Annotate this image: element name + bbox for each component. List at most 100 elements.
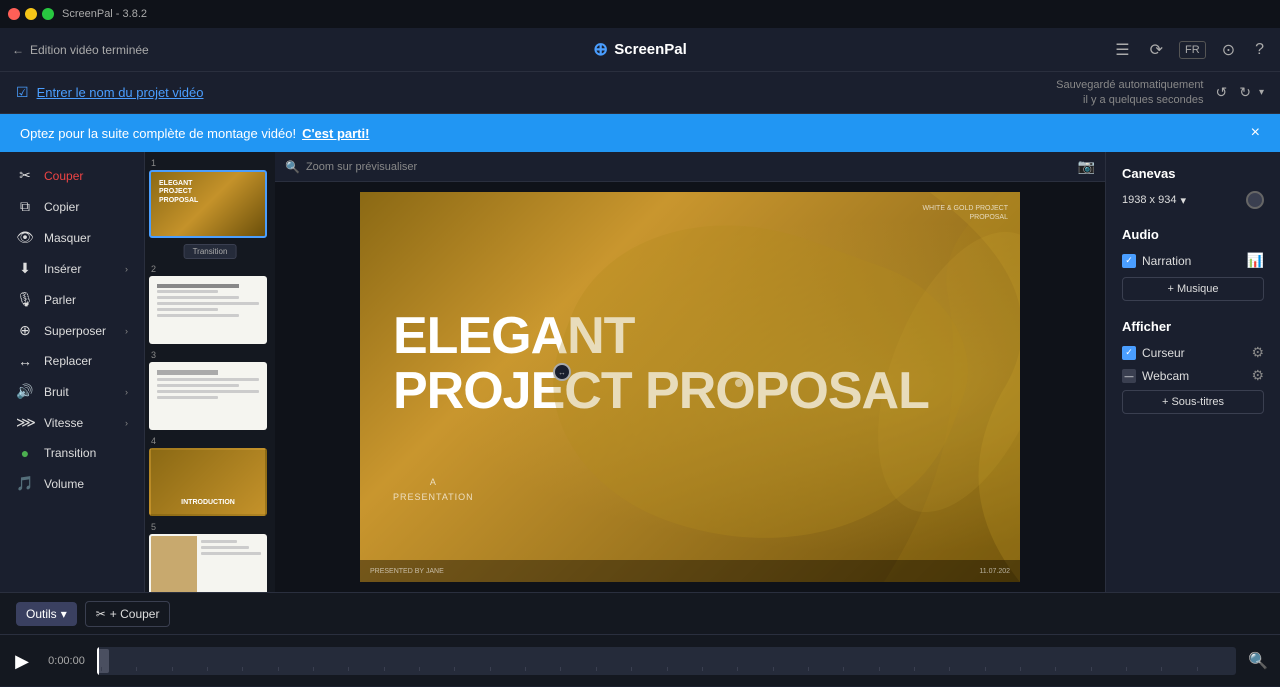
thumbnail-2[interactable]: 2 <box>149 262 271 344</box>
webcam-minus-icon: — <box>1122 369 1136 383</box>
sidebar-label-masquer: Masquer <box>44 231 128 245</box>
arrow-icon-3: › <box>125 387 128 397</box>
back-label: Edition vidéo terminée <box>30 43 149 57</box>
logo-text: ScreenPal <box>614 41 687 58</box>
preview-top-right-text: WHITE & GOLD PROJECT PROPOSAL <box>922 204 1008 222</box>
zoom-search-icon: 🔍 <box>285 160 300 174</box>
replace-icon: ↔ <box>16 353 34 369</box>
drag-handle[interactable]: ↔ <box>553 363 571 381</box>
thumbnail-1[interactable]: 1 ELEGANTPROJECTPROPOSAL <box>149 156 271 238</box>
banner-text: Optez pour la suite complète de montage … <box>20 126 296 141</box>
canvas-size-row: 1938 x 934 ▾ <box>1122 191 1264 209</box>
redo-button[interactable]: ↻ <box>1235 80 1255 105</box>
save-area: Sauvegardé automatiquement il y a quelqu… <box>1056 78 1264 107</box>
sidebar-label-couper: Couper <box>44 169 128 183</box>
timeline-track[interactable] <box>97 647 1236 675</box>
curseur-row: ✓ Curseur ⚙ <box>1122 344 1264 361</box>
sidebar-label-bruit: Bruit <box>44 385 115 399</box>
transition-badge[interactable]: Transition <box>184 244 237 259</box>
project-title[interactable]: Entrer le nom du projet vidéo <box>37 85 204 100</box>
insert-icon: ⬇ <box>16 260 34 277</box>
main-content: ✂ Couper ⧉ Copier 👁 Masquer ⬇ Insérer › … <box>0 152 1280 592</box>
sound-icon: 🔊 <box>16 383 34 400</box>
curve-decoration <box>657 192 1020 582</box>
webcam-settings-icon[interactable]: ⚙ <box>1251 367 1264 384</box>
sidebar-item-volume[interactable]: 🎵 Volume <box>0 468 144 499</box>
thumbnail-4[interactable]: 4 INTRODUCTION <box>149 434 271 516</box>
undo-redo: ↺ ↻ ▾ <box>1212 80 1265 105</box>
banner-link[interactable]: C'est parti! <box>302 126 369 141</box>
sidebar-item-copier[interactable]: ⧉ Copier <box>0 191 144 222</box>
project-bar: ☑ Entrer le nom du projet vidéo Sauvegar… <box>0 72 1280 114</box>
cut-button[interactable]: ✂ + Couper <box>85 601 171 627</box>
minimize-button[interactable] <box>25 8 37 20</box>
title-bar: ScreenPal - 3.8.2 <box>0 0 1280 28</box>
camera-icon[interactable]: 📷 <box>1078 158 1095 175</box>
narration-row: ✓ Narration 📊 <box>1122 252 1264 269</box>
webcam-checkbox[interactable]: — Webcam <box>1122 369 1189 383</box>
sidebar-item-inserer[interactable]: ⬇ Insérer › <box>0 253 144 284</box>
back-button[interactable]: ← Edition vidéo terminée <box>12 43 149 57</box>
thumbnail-strip: 1 ELEGANTPROJECTPROPOSAL Transition 2 <box>145 152 275 592</box>
history-icon[interactable]: ⟳ <box>1146 36 1167 64</box>
narration-label: Narration <box>1142 254 1191 268</box>
thumb-img-5 <box>149 534 267 592</box>
tools-button[interactable]: Outils ▾ <box>16 602 77 626</box>
transition-icon: ● <box>16 445 34 461</box>
curseur-check-icon: ✓ <box>1122 346 1136 360</box>
banner-close-button[interactable]: × <box>1251 124 1260 142</box>
zoom-bar: 🔍 Zoom sur prévisualiser 📷 <box>275 152 1105 182</box>
thumbnail-5[interactable]: 5 <box>149 520 271 592</box>
add-music-button[interactable]: + Musique <box>1122 277 1264 301</box>
sidebar-item-superposer[interactable]: ⊕ Superposer › <box>0 315 144 346</box>
dropdown-arrow-icon: ▾ <box>1180 194 1186 207</box>
sidebar-item-parler[interactable]: 🎙 Parler <box>0 284 144 315</box>
preview-canvas: WHITE & GOLD PROJECT PROPOSAL ELEGANT PR… <box>360 192 1020 582</box>
redo-dropdown[interactable]: ▾ <box>1259 80 1264 105</box>
curseur-settings-icon[interactable]: ⚙ <box>1251 344 1264 361</box>
header-left: ← Edition vidéo terminée <box>12 43 149 57</box>
help-icon[interactable]: ? <box>1251 37 1268 63</box>
speed-icon: ⋙ <box>16 414 34 431</box>
sidebar-item-replacer[interactable]: ↔ Replacer <box>0 346 144 376</box>
volume-icon: 🎵 <box>16 475 34 492</box>
add-subtitles-button[interactable]: + Sous-titres <box>1122 390 1264 414</box>
thumbnail-3[interactable]: 3 <box>149 348 271 430</box>
sidebar-item-couper[interactable]: ✂ Couper <box>0 160 144 191</box>
curseur-checkbox[interactable]: ✓ Curseur <box>1122 346 1185 360</box>
tools-arrow-icon: ▾ <box>61 607 67 621</box>
menu-icon[interactable]: ☰ <box>1111 36 1133 64</box>
timeline-row: ▶ 0:00:00 🔍 <box>0 635 1280 687</box>
bottom-area: Outils ▾ ✂ + Couper ▶ 0:00:00 🔍 <box>0 592 1280 686</box>
sidebar-item-masquer[interactable]: 👁 Masquer <box>0 222 144 253</box>
back-arrow-icon: ← <box>12 43 24 57</box>
toolbar-row: Outils ▾ ✂ + Couper <box>0 593 1280 635</box>
logo-icon: ⊕ <box>593 39 608 60</box>
timeline-search-button[interactable]: 🔍 <box>1244 647 1272 675</box>
timeline-ticks <box>97 667 1236 671</box>
undo-button[interactable]: ↺ <box>1212 80 1232 105</box>
sidebar-item-vitesse[interactable]: ⋙ Vitesse › <box>0 407 144 438</box>
sidebar-item-bruit[interactable]: 🔊 Bruit › <box>0 376 144 407</box>
canvas-section: Canevas 1938 x 934 ▾ <box>1122 166 1264 209</box>
thumb-img-3 <box>149 362 267 430</box>
play-button[interactable]: ▶ <box>8 647 36 675</box>
logo: ⊕ ScreenPal <box>593 39 687 60</box>
save-status: Sauvegardé automatiquement il y a quelqu… <box>1056 78 1203 107</box>
language-selector[interactable]: FR <box>1179 41 1206 59</box>
zoom-label[interactable]: Zoom sur prévisualiser <box>306 161 417 173</box>
header-right: ☰ ⟳ FR ⊙ ? <box>1111 36 1268 64</box>
close-button[interactable] <box>8 8 20 20</box>
user-icon[interactable]: ⊙ <box>1218 36 1239 64</box>
canvas-aspect-toggle[interactable] <box>1246 191 1264 209</box>
eye-icon: 👁 <box>16 229 34 246</box>
sidebar-item-transition[interactable]: ● Transition <box>0 438 144 468</box>
curseur-label: Curseur <box>1142 346 1185 360</box>
sidebar-label-copier: Copier <box>44 200 128 214</box>
preview-title: ELEGANT PROJECT PROPOSAL <box>393 309 929 418</box>
narration-checkbox[interactable]: ✓ Narration <box>1122 254 1191 268</box>
arrow-icon-4: › <box>125 418 128 428</box>
maximize-button[interactable] <box>42 8 54 20</box>
afficher-title: Afficher <box>1122 319 1264 334</box>
canvas-size-selector[interactable]: 1938 x 934 ▾ <box>1122 194 1186 207</box>
